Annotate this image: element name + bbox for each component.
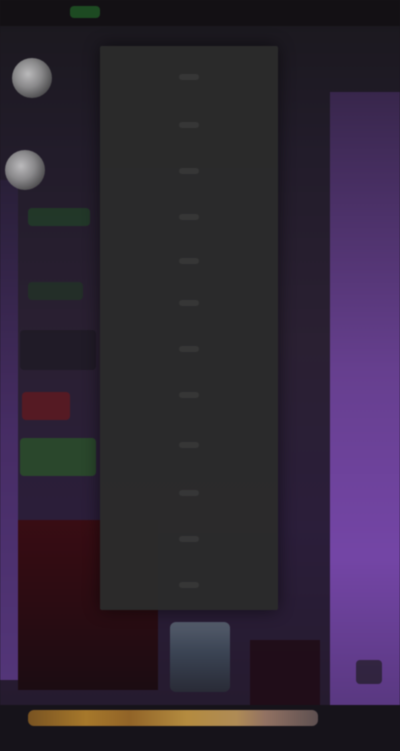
left-green-block-2 [28, 282, 83, 300]
context-menu-item-11[interactable] [100, 524, 278, 554]
context-menu-item-1-label [179, 74, 199, 80]
green-status-indicator [70, 6, 100, 18]
left-purple-panel [0, 180, 18, 680]
context-menu-item-3[interactable] [100, 156, 278, 186]
avatar-icon-secondary[interactable] [5, 150, 45, 190]
right-purple-panel [330, 92, 400, 712]
context-menu-item-6[interactable] [100, 288, 278, 318]
context-menu-item-10[interactable] [100, 478, 278, 508]
context-menu-item-6-label [179, 300, 199, 306]
context-menu[interactable] [100, 46, 278, 610]
left-dark-block [20, 330, 96, 370]
corner-icon[interactable] [356, 660, 382, 684]
top-status-bar [0, 0, 400, 26]
context-menu-item-3-label [179, 168, 199, 174]
blurred-app-screen [0, 0, 400, 751]
context-menu-item-5[interactable] [100, 246, 278, 276]
blue-item [170, 622, 230, 692]
context-menu-item-5-label [179, 258, 199, 264]
context-menu-item-10-label [179, 490, 199, 496]
context-menu-item-8[interactable] [100, 380, 278, 410]
context-menu-item-4[interactable] [100, 202, 278, 232]
context-menu-item-7-label [179, 346, 199, 352]
context-menu-item-9[interactable] [100, 430, 278, 460]
left-red-chip [22, 392, 70, 420]
context-menu-item-4-label [179, 214, 199, 220]
bottom-color-strip [28, 710, 318, 726]
context-menu-item-7[interactable] [100, 334, 278, 364]
context-menu-item-9-label [179, 442, 199, 448]
context-menu-item-12-label [179, 582, 199, 588]
context-menu-item-8-label [179, 392, 199, 398]
context-menu-item-11-label [179, 536, 199, 542]
right-dark-red-area [250, 640, 320, 710]
left-green-chip [20, 438, 96, 476]
context-menu-item-2-label [179, 122, 199, 128]
avatar-icon[interactable] [12, 58, 52, 98]
left-green-block-1 [28, 208, 90, 226]
context-menu-item-2[interactable] [100, 110, 278, 140]
context-menu-item-1[interactable] [100, 62, 278, 92]
context-menu-item-12[interactable] [100, 570, 278, 600]
